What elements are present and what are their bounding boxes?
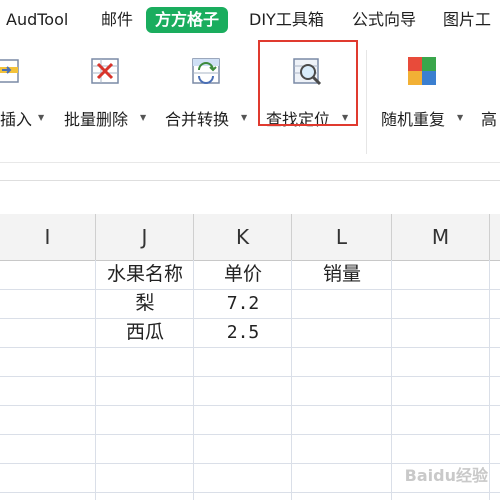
random-repeat-dropdown-caret: ▼ bbox=[457, 113, 464, 122]
cell-l-pear-sales[interactable] bbox=[292, 289, 392, 318]
spreadsheet-grid: I J K L M 水果名称 单价 销量 梨 7.2 西瓜 2.5 bbox=[0, 214, 500, 500]
batch-delete-dropdown-caret: ▼ bbox=[140, 113, 147, 122]
cell-l-watermelon-sales[interactable] bbox=[292, 318, 392, 347]
insert-label: 插入 bbox=[0, 110, 33, 129]
merge-convert-label: 合并转换 bbox=[165, 110, 230, 129]
column-header-k[interactable]: K bbox=[194, 214, 292, 260]
merge-convert-icon bbox=[192, 58, 220, 84]
grid-line bbox=[0, 405, 500, 406]
cell-k-watermelon-price[interactable]: 2.5 bbox=[194, 318, 292, 347]
grid-line bbox=[489, 260, 490, 500]
batch-delete-icon bbox=[91, 58, 119, 84]
cell-l-header-sales[interactable]: 销量 bbox=[292, 260, 392, 289]
formula-bar-area bbox=[0, 162, 500, 214]
tab-diy-toolbox[interactable]: DIY工具箱 bbox=[249, 7, 324, 33]
tab-fangfang-gezi[interactable]: 方方格子 bbox=[146, 7, 229, 33]
ribbon-toolbar: 插入 ▼ 批量删除 ▼ 合并转换 ▼ 查找定位 ▼ 随机重复 ▼ 高 bbox=[0, 40, 500, 162]
ribbon-bottom-border bbox=[0, 162, 500, 163]
cell-j-pear[interactable]: 梨 bbox=[96, 289, 194, 318]
random-repeat-icon bbox=[408, 57, 436, 85]
column-header-i[interactable]: I bbox=[0, 214, 96, 260]
insert-icon bbox=[0, 59, 19, 83]
grid-line bbox=[0, 376, 500, 377]
batch-delete-button[interactable]: 批量删除 ▼ bbox=[64, 50, 150, 130]
tab-picture-tools[interactable]: 图片工 bbox=[443, 7, 491, 33]
grid-line bbox=[0, 492, 500, 493]
ribbon-tab-bar: AudTool 邮件 方方格子 DIY工具箱 公式向导 图片工 bbox=[0, 0, 500, 40]
tab-formula-wizard[interactable]: 公式向导 bbox=[352, 7, 416, 33]
find-locate-highlight-box bbox=[258, 40, 358, 126]
merge-convert-dropdown-caret: ▼ bbox=[241, 113, 248, 122]
cell-k-header-unit-price[interactable]: 单价 bbox=[194, 260, 292, 289]
insert-dropdown-caret: ▼ bbox=[38, 113, 45, 122]
batch-delete-label: 批量删除 bbox=[64, 110, 129, 129]
random-repeat-label: 随机重复 bbox=[381, 110, 446, 129]
tab-audtool[interactable]: AudTool bbox=[6, 7, 68, 33]
random-repeat-button[interactable]: 随机重复 ▼ bbox=[381, 50, 467, 130]
ribbon-group-divider bbox=[366, 50, 367, 154]
grid-line bbox=[0, 434, 500, 435]
formula-bar-border bbox=[0, 180, 500, 181]
column-header-m[interactable]: M bbox=[392, 214, 490, 260]
merge-convert-button[interactable]: 合并转换 ▼ bbox=[165, 50, 251, 130]
tab-mail[interactable]: 邮件 bbox=[101, 7, 133, 33]
cell-j-watermelon[interactable]: 西瓜 bbox=[96, 318, 194, 347]
advanced-label: 高 bbox=[481, 110, 498, 129]
column-header-j[interactable]: J bbox=[96, 214, 194, 260]
advanced-button[interactable]: 高 bbox=[481, 50, 500, 130]
column-header-n[interactable] bbox=[490, 214, 500, 260]
grid-line bbox=[0, 347, 500, 348]
cell-j-header-fruit-name[interactable]: 水果名称 bbox=[96, 260, 194, 289]
insert-button[interactable]: 插入 ▼ bbox=[0, 50, 60, 130]
baidu-watermark: Baidu经验 bbox=[404, 466, 488, 485]
column-header-l[interactable]: L bbox=[292, 214, 392, 260]
cell-k-pear-price[interactable]: 7.2 bbox=[194, 289, 292, 318]
